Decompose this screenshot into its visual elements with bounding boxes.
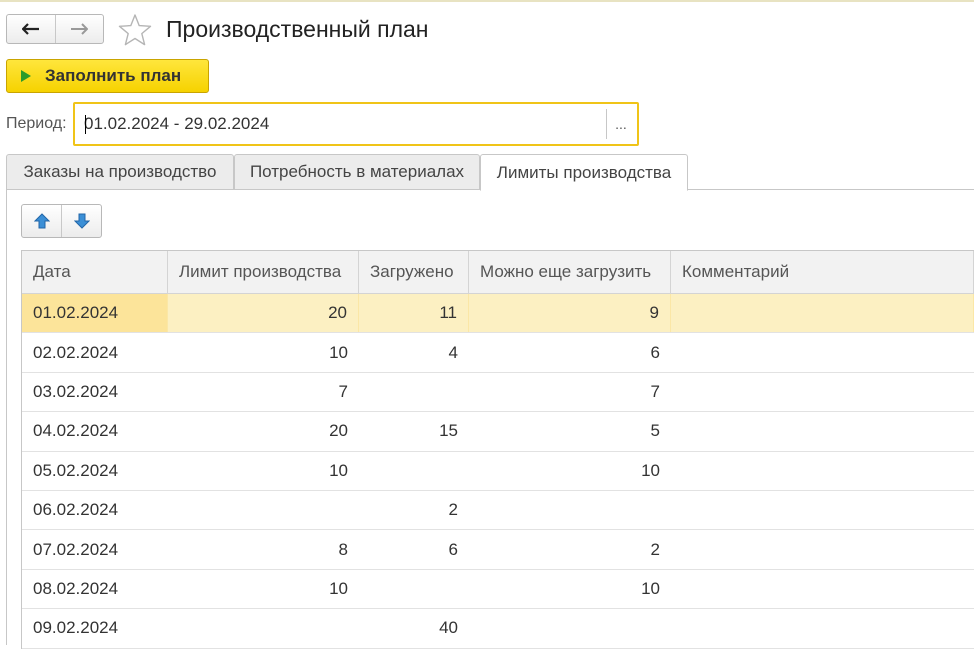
table-row[interactable]: 05.02.2024 10 10 [22,452,974,491]
table-row[interactable]: 09.02.2024 40 [22,609,974,649]
cell-available: 2 [650,539,660,559]
cell-loaded: 11 [359,294,469,333]
cell-date: 03.02.2024 [33,381,119,401]
cell-date: 02.02.2024 [33,342,119,362]
cell-date: 05.02.2024 [33,460,119,480]
cell-date: 07.02.2024 [33,539,119,559]
limits-table: Дата Лимит производства Загружено Можно … [21,250,974,649]
page-title: Производственный план [166,16,429,42]
text-cursor [85,115,86,134]
column-header-available[interactable]: Можно еще загрузить [469,251,671,293]
window-top-border [0,0,974,2]
arrow-right-icon [71,23,89,35]
cell-available: 9 [469,294,671,333]
move-up-button[interactable] [22,205,61,237]
period-separator [606,109,607,139]
column-header-limit[interactable]: Лимит производства [168,251,359,293]
cell-loaded: 40 [439,618,458,638]
table-row[interactable]: 04.02.2024 20 15 5 [22,412,974,452]
cell-date: 01.02.2024 [22,294,168,333]
cell-loaded: 6 [448,539,458,559]
tab-production-limits[interactable]: Лимиты производства [480,154,688,191]
cell-comment [671,570,974,608]
table-header: Дата Лимит производства Загружено Можно … [22,251,974,294]
star-icon[interactable] [118,13,152,47]
cell-comment [671,491,974,529]
cell-loaded [359,570,469,608]
cell-date: 08.02.2024 [33,578,119,598]
period-choose-button[interactable]: ... [608,109,634,139]
cell-available: 10 [641,578,660,598]
cell-comment [671,452,974,490]
move-down-button[interactable] [61,205,101,237]
cell-comment [671,294,974,333]
period-input[interactable] [82,111,606,137]
cell-limit: 8 [338,539,348,559]
table-row[interactable]: 08.02.2024 10 10 [22,570,974,610]
cell-limit: 10 [329,342,348,362]
table-row[interactable]: 06.02.2024 2 [22,491,974,531]
fill-plan-button[interactable]: Заполнить план [6,59,209,93]
period-field: ... [73,102,639,146]
cell-limit [168,609,359,647]
play-icon [21,70,31,82]
cell-available [469,609,671,647]
cell-limit: 20 [329,421,348,441]
cell-limit: 10 [329,578,348,598]
tab-material-needs[interactable]: Потребность в материалах [234,154,480,190]
arrow-up-icon [33,213,50,229]
cell-loaded [359,373,469,411]
cell-limit: 20 [168,294,359,333]
cell-limit: 10 [329,460,348,480]
cell-loaded: 2 [448,500,458,520]
cell-comment [671,373,974,411]
column-header-comment[interactable]: Комментарий [671,251,974,293]
table-row[interactable]: 03.02.2024 7 7 [22,373,974,413]
table-row[interactable]: 01.02.2024 20 11 9 [22,294,974,334]
cell-date: 09.02.2024 [33,618,119,638]
cell-comment [671,412,974,450]
cell-loaded: 15 [439,421,458,441]
tabs-left-border [6,189,7,645]
column-header-date[interactable]: Дата [22,251,168,293]
table-row[interactable]: 02.02.2024 10 4 6 [22,333,974,373]
cell-date: 06.02.2024 [33,500,119,520]
table-body: 01.02.2024 20 11 9 02.02.2024 10 4 6 03.02.2024 7… [22,294,974,649]
cell-limit [168,491,359,529]
cell-available: 6 [650,342,660,362]
column-header-loaded[interactable]: Загружено [359,251,469,293]
tab-production-orders[interactable]: Заказы на производство [6,154,234,190]
fill-plan-label: Заполнить план [45,66,182,85]
cell-comment [671,609,974,647]
cell-comment [671,333,974,371]
cell-date: 04.02.2024 [33,421,119,441]
cell-loaded: 4 [448,342,458,362]
cell-available: 5 [650,421,660,441]
cell-limit: 7 [338,381,348,401]
cell-loaded [359,452,469,490]
cell-available: 7 [650,381,660,401]
move-buttons [21,204,102,238]
cell-available [469,491,671,529]
cell-comment [671,530,974,568]
period-label: Период: [6,115,67,132]
cell-available: 10 [641,460,660,480]
navigation-buttons [6,14,104,44]
back-button[interactable] [7,15,55,43]
arrow-down-icon [73,213,90,229]
table-row[interactable]: 07.02.2024 8 6 2 [22,530,974,570]
arrow-left-icon [21,23,39,35]
forward-button[interactable] [54,15,104,43]
